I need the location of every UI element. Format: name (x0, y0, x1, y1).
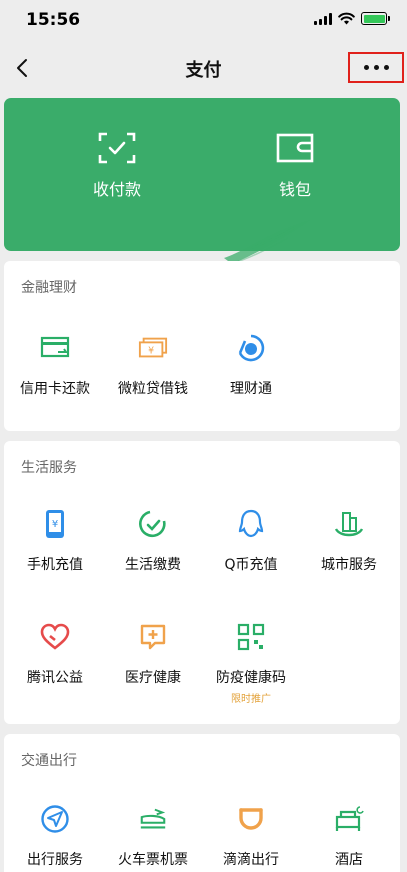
item-label: 酒店 (335, 852, 363, 868)
svg-text:¥: ¥ (148, 346, 154, 357)
phone-icon: ¥ (40, 509, 70, 539)
promo-badge: 限时推广 (231, 694, 271, 705)
train-flight-tickets-button[interactable]: 火车票机票 (104, 804, 202, 869)
city-icon (334, 509, 364, 539)
navigation-icon (40, 804, 70, 834)
hotel-icon (334, 804, 364, 834)
item-label: 滴滴出行 (223, 852, 279, 868)
mobile-topup-button[interactable]: ¥ 手机充值 (6, 509, 104, 574)
finance-card: 金融理财 信用卡还款 ¥ 微粒贷借钱 理财通 (4, 261, 400, 431)
qr-code-icon (236, 622, 266, 652)
svg-text:¥: ¥ (52, 519, 58, 530)
status-icons (314, 12, 390, 25)
medical-health-button[interactable]: 医疗健康 (104, 622, 202, 687)
section-title: 交通出行 (21, 753, 77, 769)
wallet-icon (276, 133, 314, 163)
signal-icon (314, 12, 332, 25)
status-time: 15:56 (26, 10, 81, 30)
city-services-button[interactable]: 城市服务 (300, 509, 398, 574)
wealth-icon (236, 333, 266, 363)
nav-bar: 支付 (0, 44, 407, 92)
item-label: 城市服务 (321, 557, 377, 573)
wifi-icon (338, 12, 355, 25)
item-label: 医疗健康 (125, 670, 181, 686)
scan-icon (98, 132, 136, 164)
credit-card-repay-button[interactable]: 信用卡还款 (6, 333, 104, 398)
tencent-charity-button[interactable]: 腾讯公益 (6, 622, 104, 687)
item-label: 腾讯公益 (27, 670, 83, 686)
section-title: 金融理财 (21, 280, 77, 296)
licaitong-button[interactable]: 理财通 (202, 333, 300, 398)
item-label: 出行服务 (27, 852, 83, 868)
item-label: 信用卡还款 (20, 381, 90, 397)
life-services-card: 生活服务 ¥ 手机充值 生活缴费 Q币充值 城市服务 腾讯公益 医疗健康 防疫健… (4, 441, 400, 724)
item-label: 手机充值 (27, 557, 83, 573)
utility-payment-button[interactable]: 生活缴费 (104, 509, 202, 574)
dot-icon (363, 65, 369, 70)
status-bar: 15:56 (0, 0, 407, 44)
transport-card: 交通出行 出行服务 火车票机票 滴滴出行 酒店 (4, 734, 400, 872)
dot-icon (373, 65, 379, 70)
credit-card-icon (40, 333, 70, 363)
q-coin-topup-button[interactable]: Q币充值 (202, 509, 300, 574)
receive-pay-button[interactable]: 收付款 (47, 132, 187, 200)
qq-icon (236, 509, 266, 539)
item-label: Q币充值 (224, 557, 278, 573)
didi-ride-button[interactable]: 滴滴出行 (202, 804, 300, 869)
section-title: 生活服务 (21, 460, 77, 476)
dot-icon (383, 65, 389, 70)
item-label: 理财通 (230, 381, 272, 397)
item-label: 火车票机票 (118, 852, 188, 868)
page-title: 支付 (185, 60, 222, 81)
hotel-button[interactable]: 酒店 (300, 804, 398, 869)
wallet-button[interactable]: 钱包 (225, 132, 365, 200)
receive-pay-label: 收付款 (92, 180, 141, 199)
medical-icon (138, 622, 168, 652)
item-label: 微粒贷借钱 (118, 381, 188, 397)
item-label: 生活缴费 (125, 557, 181, 573)
battery-icon (361, 12, 390, 25)
charity-heart-icon (40, 622, 70, 652)
train-icon (138, 804, 168, 834)
payment-banner: 收付款 钱包 (4, 98, 400, 251)
travel-services-button[interactable]: 出行服务 (6, 804, 104, 869)
health-code-button[interactable]: 防疫健康码 限时推广 (202, 622, 300, 705)
cash-icon: ¥ (138, 333, 168, 363)
wallet-label: 钱包 (278, 180, 311, 199)
item-label: 防疫健康码 (216, 670, 286, 686)
didi-icon (236, 804, 266, 834)
weilidai-loan-button[interactable]: ¥ 微粒贷借钱 (104, 333, 202, 398)
utility-icon (138, 509, 168, 539)
more-options-button[interactable] (348, 52, 404, 83)
